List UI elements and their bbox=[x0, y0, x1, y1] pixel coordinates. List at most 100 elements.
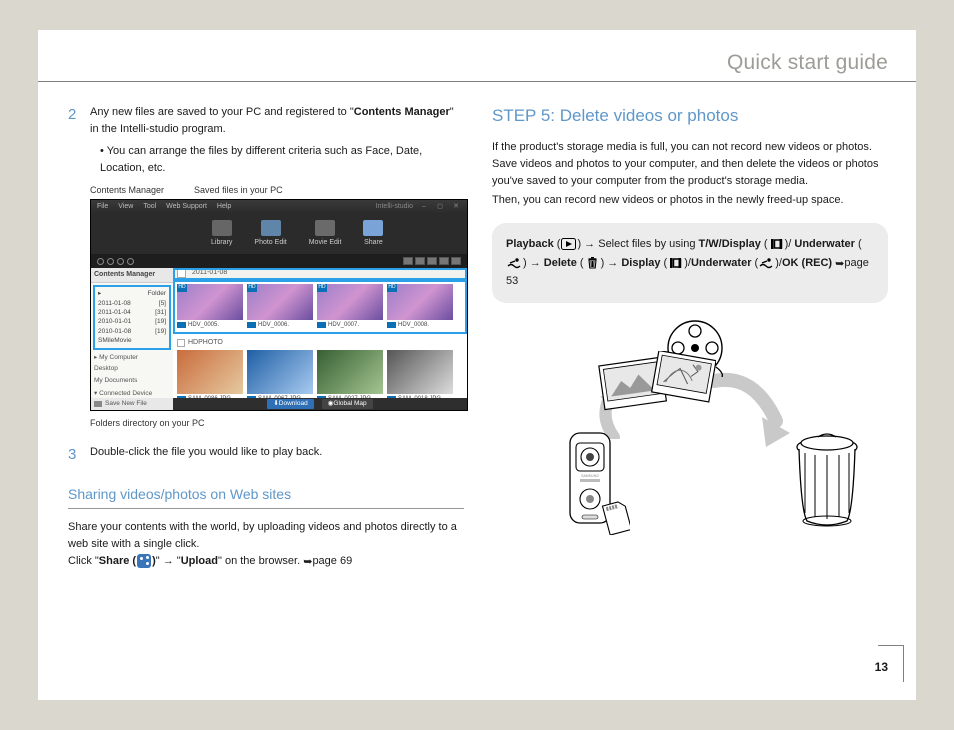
header-title: Quick start guide bbox=[727, 48, 888, 78]
document-page: Quick start guide 2 Any new files are sa… bbox=[38, 30, 916, 700]
photo-thumbs: SAM_0086.JPG SAM_0067.JPG SAM_0027.JPG S… bbox=[173, 350, 467, 404]
hd-badge-icon bbox=[177, 322, 186, 328]
close-icon: ✕ bbox=[451, 202, 461, 212]
folder-item: 2011-01-04[31] bbox=[97, 308, 167, 317]
delete-icon bbox=[585, 257, 600, 269]
arrow-icon: → bbox=[163, 555, 174, 567]
arrow-icon: → bbox=[607, 257, 618, 269]
step5-para1: If the product's storage media is full, … bbox=[492, 139, 888, 190]
underwater-icon bbox=[507, 257, 522, 269]
checkbox-icon bbox=[177, 339, 185, 347]
t: page 69 bbox=[312, 555, 352, 567]
steps-callout: Playback () → Select files by using T/W/… bbox=[492, 223, 888, 303]
brand-text: SAMSUNG bbox=[581, 474, 599, 478]
hd-badge-icon bbox=[317, 322, 326, 328]
step-text: Double-click the file you would like to … bbox=[90, 444, 464, 466]
fn: HDV_0007. bbox=[328, 321, 359, 330]
caption-saved-files: Saved files in your PC bbox=[194, 184, 283, 197]
t: Contents Manager bbox=[354, 106, 450, 118]
maximize-icon: ◻ bbox=[435, 202, 445, 212]
disk-icon bbox=[94, 401, 102, 407]
n: SMileMovie bbox=[98, 336, 132, 345]
folder-block: ▸ Folder 2011-01-08[5] 2011-01-04[31] 20… bbox=[93, 285, 171, 350]
folder-item: SMileMovie bbox=[97, 336, 167, 345]
hd-badge: HD bbox=[387, 284, 397, 292]
sidebar-header: Contents Manager bbox=[91, 268, 173, 283]
photo-thumb: SAM_0018.JPG bbox=[387, 350, 453, 404]
t: Download bbox=[279, 399, 308, 408]
label: Share bbox=[364, 238, 383, 248]
window-titlebar: Intelli-studio – ◻ ✕ bbox=[376, 200, 461, 214]
step-number: 2 bbox=[68, 104, 82, 176]
display-icon bbox=[769, 238, 784, 250]
main-area: 2011-01-08 HDHDV_0005. HDHDV_0006. HDHDV… bbox=[173, 268, 467, 411]
folder-item: 2011-01-08 [5] bbox=[97, 299, 167, 308]
hd-badge: HD bbox=[317, 284, 327, 292]
shot-body: Contents Manager ▸ Folder 2011-01-08[5] … bbox=[91, 268, 467, 411]
share-icon-button: Share bbox=[363, 220, 383, 248]
folder-item: 2010-01-08[19] bbox=[97, 327, 167, 336]
photo-thumb: SAM_0067.JPG bbox=[247, 350, 313, 404]
video-thumb: HDHDV_0008. bbox=[387, 284, 453, 330]
t: Connected Device bbox=[99, 390, 152, 397]
sd-card-icon bbox=[602, 501, 630, 535]
t: Underwater bbox=[794, 238, 855, 250]
global-map-button: ◉ Global Map bbox=[322, 399, 373, 409]
right-column: STEP 5: Delete videos or photos If the p… bbox=[492, 104, 888, 570]
page-number: 13 bbox=[875, 659, 888, 676]
checkbox-icon bbox=[177, 269, 186, 278]
c: [19] bbox=[155, 317, 166, 326]
corner-rule-v bbox=[903, 646, 904, 682]
n: 2010-01-01 bbox=[98, 317, 131, 326]
label: Movie Edit bbox=[309, 238, 342, 248]
c: [5] bbox=[159, 299, 166, 308]
date-bar: 2011-01-08 bbox=[173, 268, 467, 280]
t: OK (REC) bbox=[782, 257, 832, 269]
hook-arrow-icon: ➥ bbox=[303, 554, 312, 571]
t: My Computer bbox=[99, 354, 138, 361]
arrow-curve-right-icon bbox=[710, 369, 790, 449]
photo-thumb: SAM_0086.JPG bbox=[177, 350, 243, 404]
menu-item: File bbox=[97, 202, 108, 212]
t: Global Map bbox=[333, 399, 366, 408]
desktop: Desktop bbox=[91, 363, 173, 374]
trash-can-icon bbox=[788, 433, 866, 529]
date-text: 2011-01-08 bbox=[192, 268, 227, 278]
t: " bbox=[174, 555, 181, 567]
step5-title: STEP 5: Delete videos or photos bbox=[492, 104, 888, 129]
t: T/W/Display bbox=[699, 238, 761, 250]
page-header: Quick start guide bbox=[38, 30, 916, 82]
sharing-para2: Click "Share ()" → "Upload" on the brows… bbox=[68, 553, 464, 570]
n: 2011-01-04 bbox=[98, 308, 131, 317]
video-thumb: HD HDV_0007. bbox=[317, 284, 383, 330]
fn: HDV_0006. bbox=[258, 321, 289, 330]
hd-badge: HD bbox=[177, 284, 187, 292]
divider bbox=[68, 508, 464, 509]
hd-badge-icon bbox=[387, 322, 396, 328]
caption-contents-manager: Contents Manager bbox=[90, 184, 164, 197]
section-hdphoto: HDPHOTO bbox=[173, 334, 467, 350]
menu-item: Web Support bbox=[166, 202, 207, 212]
download-button: ⬇ Download bbox=[267, 399, 313, 409]
left-column: 2 Any new files are saved to your PC and… bbox=[68, 104, 464, 570]
t: Display bbox=[621, 257, 660, 269]
t: HDPHOTO bbox=[188, 338, 223, 348]
t: Delete bbox=[544, 257, 577, 269]
t: Underwater bbox=[691, 257, 752, 269]
video-thumbs: HDHDV_0005. HDHDV_0006. HDHDV_0007. HDHD… bbox=[173, 280, 467, 334]
hd-badge: HD bbox=[247, 284, 257, 292]
minimize-icon: – bbox=[419, 202, 429, 212]
n: 2011-01-08 bbox=[98, 299, 131, 308]
t: Folder bbox=[148, 289, 166, 298]
t: Select files by using bbox=[595, 238, 698, 250]
caption-folders: Folders directory on your PC bbox=[90, 417, 464, 430]
menu-item: View bbox=[118, 202, 133, 212]
step-2: 2 Any new files are saved to your PC and… bbox=[68, 104, 464, 176]
t: Playback bbox=[506, 238, 554, 250]
label: Photo Edit bbox=[254, 238, 286, 248]
fn: HDV_0005. bbox=[188, 321, 219, 330]
share-icon bbox=[137, 554, 151, 568]
menu-item: Help bbox=[217, 202, 231, 212]
playback-icon bbox=[561, 238, 576, 250]
arrow-icon: → bbox=[584, 238, 595, 250]
